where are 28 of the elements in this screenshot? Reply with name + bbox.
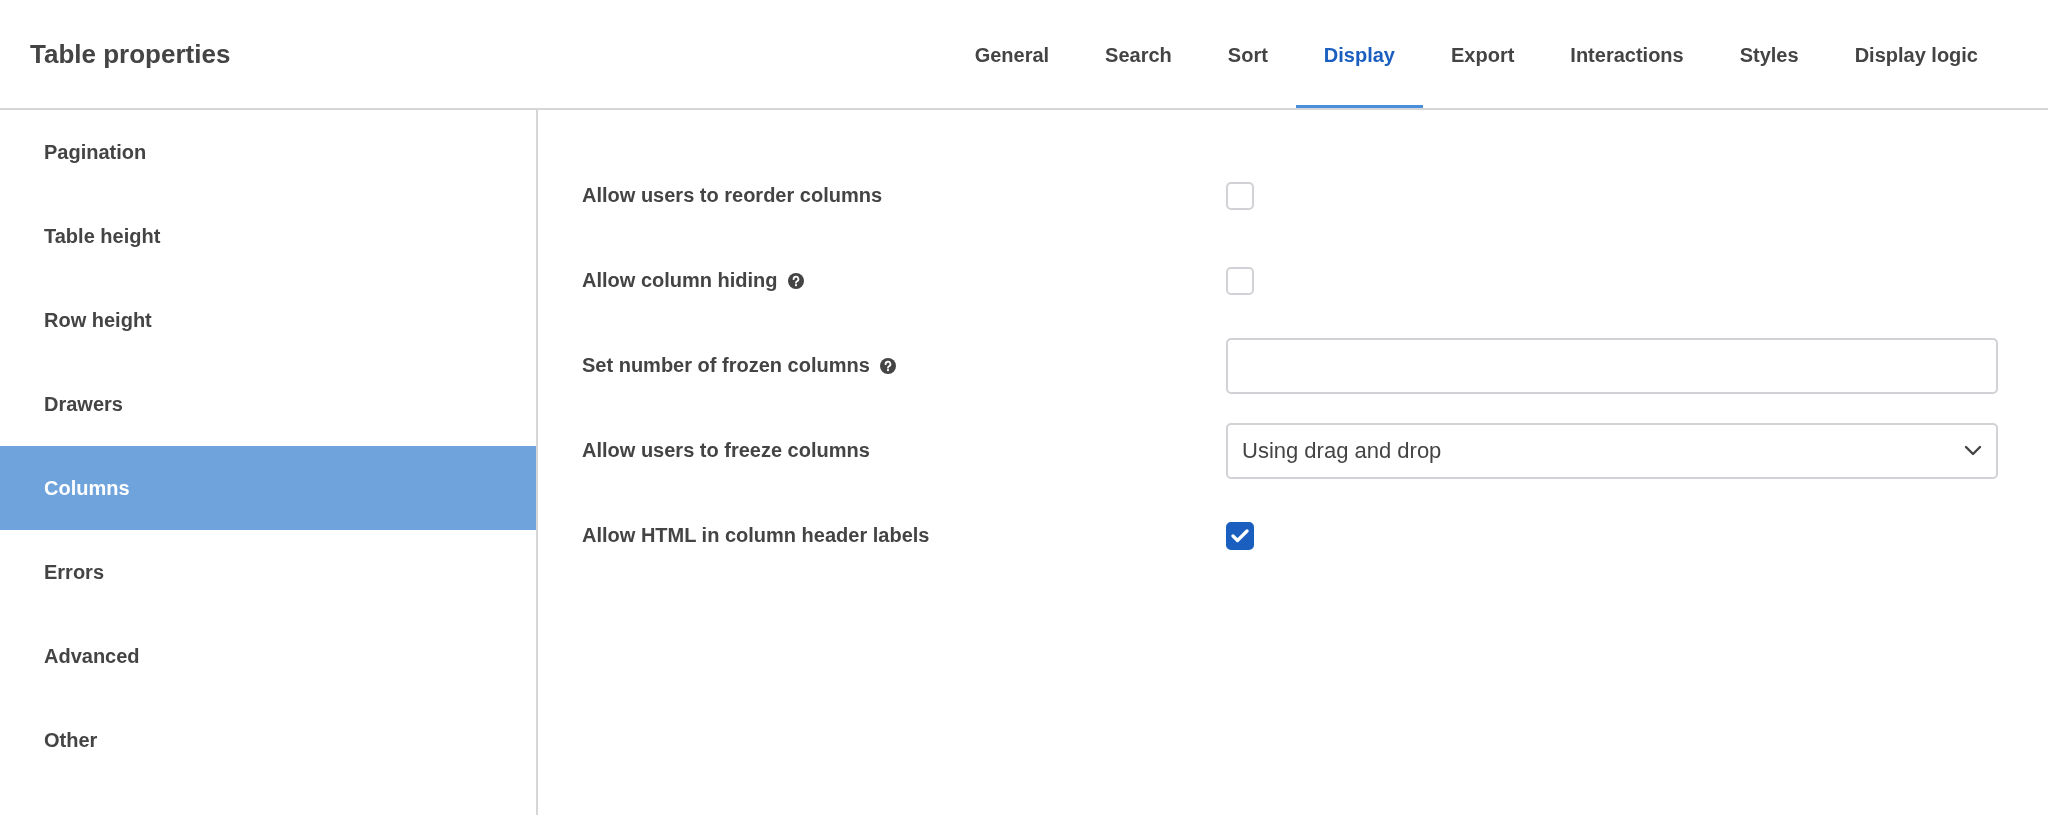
setting-label: Allow HTML in column header labels bbox=[582, 524, 930, 547]
sidebar-item[interactable]: Table height bbox=[0, 194, 536, 278]
setting-label: Allow users to freeze columns bbox=[582, 439, 870, 462]
setting-label: Allow column hiding bbox=[582, 269, 778, 292]
tab[interactable]: Export bbox=[1423, 0, 1543, 108]
checkbox[interactable] bbox=[1226, 521, 1254, 550]
tab[interactable]: Search bbox=[1077, 0, 1200, 108]
help-icon[interactable] bbox=[879, 357, 896, 374]
sidebar-item[interactable]: Pagination bbox=[0, 110, 536, 194]
tab[interactable]: General bbox=[946, 0, 1078, 108]
tab[interactable]: Styles bbox=[1711, 0, 1827, 108]
sidebar-item[interactable]: Drawers bbox=[0, 362, 536, 446]
checkmark-icon bbox=[1231, 528, 1249, 543]
panel-title: Table properties bbox=[30, 38, 232, 70]
setting-label: Set number of frozen columns bbox=[582, 354, 870, 377]
sidebar-item[interactable]: Row height bbox=[0, 278, 536, 362]
sidebar-item[interactable]: Errors bbox=[0, 530, 536, 614]
sidebar-item[interactable]: Advanced bbox=[0, 614, 536, 698]
dropdown[interactable]: Using drag and drop bbox=[1226, 422, 1998, 479]
setting-label: Allow users to reorder columns bbox=[582, 184, 883, 207]
input-field[interactable] bbox=[1226, 337, 1998, 394]
help-icon[interactable] bbox=[787, 272, 804, 289]
tab[interactable]: Display logic bbox=[1826, 0, 2006, 108]
tab[interactable]: Display bbox=[1295, 0, 1423, 108]
sidebar-item[interactable]: Other bbox=[0, 698, 536, 782]
chevron-down-icon bbox=[1964, 445, 1982, 456]
tab[interactable]: Sort bbox=[1199, 0, 1296, 108]
tab[interactable]: Interactions bbox=[1542, 0, 1712, 108]
